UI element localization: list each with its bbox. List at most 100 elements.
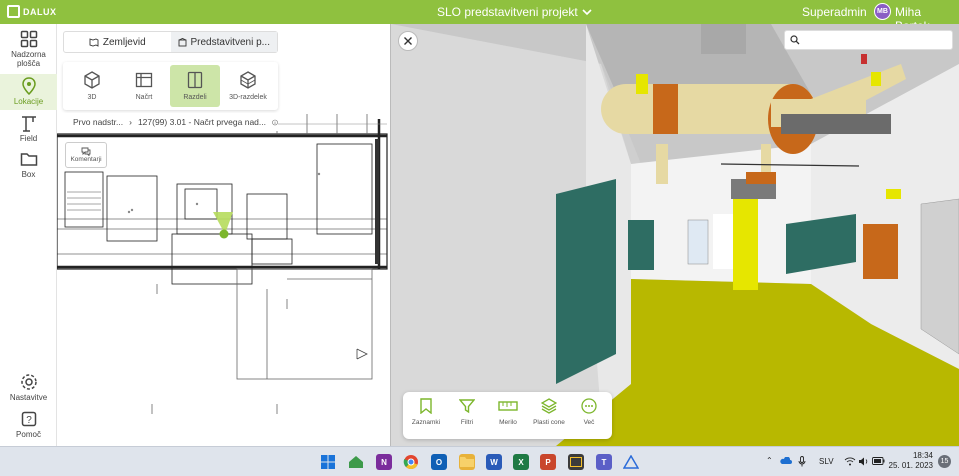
layers-icon xyxy=(541,398,557,414)
current-location-marker[interactable] xyxy=(219,229,229,239)
outlook-icon[interactable]: O xyxy=(431,454,447,470)
clock-time: 18:34 xyxy=(912,451,933,460)
section-cube-icon xyxy=(240,71,256,89)
info-icon[interactable] xyxy=(272,118,278,127)
tab-map[interactable]: Zemljevid xyxy=(64,32,171,52)
more-dots-icon xyxy=(581,398,597,414)
search-input[interactable] xyxy=(784,30,953,50)
split-view-icon xyxy=(187,71,203,89)
dalux-app-icon[interactable] xyxy=(623,454,639,470)
sidebar-item-dashboard[interactable]: Nadzorna plošča xyxy=(0,30,57,70)
tab-label: Zemljevid xyxy=(102,36,146,48)
tool-label: Merilo xyxy=(499,419,517,426)
breadcrumb-drawing[interactable]: 127(99) 3.01 - Načrt prvega nad... xyxy=(138,117,266,127)
comments-button[interactable]: Komentarji xyxy=(65,142,107,168)
close-icon xyxy=(404,37,412,45)
microphone-icon[interactable] xyxy=(798,456,806,467)
media-player-icon[interactable] xyxy=(568,454,584,470)
chevron-down-icon xyxy=(582,9,592,16)
project-selector[interactable]: SLO predstavitveni projekt xyxy=(437,5,592,19)
view-3d-button[interactable]: 3D xyxy=(67,65,117,107)
tool-label: Več xyxy=(583,419,595,426)
sidebar: Nadzorna plošča Lokacije Field Box Nasta… xyxy=(0,24,57,446)
avatar[interactable]: MB xyxy=(874,3,891,20)
home-app-icon[interactable] xyxy=(348,454,364,470)
view-3d-section-button[interactable]: 3D-razdelek xyxy=(223,65,273,107)
sidebar-item-label: Lokacije xyxy=(13,97,44,106)
comments-label: Komentarji xyxy=(70,156,102,163)
gear-icon xyxy=(20,373,38,391)
tab-project[interactable]: Predstavitveni p... xyxy=(170,32,277,52)
sidebar-item-label: Pomoč xyxy=(16,430,41,439)
sidebar-item-label: Box xyxy=(21,170,36,179)
view-label: Načrt xyxy=(135,94,153,101)
breadcrumb-level[interactable]: Prvo nadstr... xyxy=(73,117,123,127)
cube-icon xyxy=(84,71,100,89)
view-mode-switcher: 3D Načrt Razdeli 3D-razdelek xyxy=(63,62,278,110)
breadcrumb-chevron-icon: › xyxy=(129,117,132,127)
viewport-toolbar: Zaznamki Filtri Merilo Plasti cone Več xyxy=(403,392,612,439)
windows-taskbar: N O W X P T ⌃ SLV xyxy=(0,446,959,476)
bookmarks-button[interactable]: Zaznamki xyxy=(406,398,446,426)
powerpoint-icon[interactable]: P xyxy=(540,454,556,470)
clock-date: 25. 01. 2023 xyxy=(888,461,933,470)
tray-chevron-up-icon[interactable]: ⌃ xyxy=(766,456,773,465)
tool-label: Filtri xyxy=(460,419,474,426)
plan-icon xyxy=(135,72,153,88)
chrome-icon[interactable] xyxy=(403,454,419,470)
dalux-logo[interactable]: DALUX xyxy=(7,5,57,18)
tab-label: Predstavitveni p... xyxy=(190,36,270,48)
wifi-icon[interactable] xyxy=(844,457,856,466)
sidebar-item-label: Nadzorna plošča xyxy=(11,50,46,68)
role-label[interactable]: Superadmin xyxy=(802,5,867,19)
measure-button[interactable]: Merilo xyxy=(488,398,528,426)
filters-button[interactable]: Filtri xyxy=(447,398,487,426)
onenote-icon[interactable]: N xyxy=(376,454,392,470)
notification-badge[interactable]: 15 xyxy=(938,455,951,468)
bookmark-icon xyxy=(420,398,432,414)
sidebar-item-settings[interactable]: Nastavitve xyxy=(0,373,57,403)
onedrive-icon[interactable] xyxy=(780,457,792,465)
logo-text: DALUX xyxy=(23,6,57,17)
help-icon: ? xyxy=(20,410,38,428)
more-button[interactable]: Več xyxy=(569,398,609,426)
sidebar-item-label: Field xyxy=(19,134,38,143)
view-label: Razdeli xyxy=(183,94,207,101)
dashboard-grid-icon xyxy=(20,30,38,48)
app-header: DALUX SLO predstavitveni projekt Superad… xyxy=(0,0,959,33)
filter-icon xyxy=(459,399,475,414)
sidebar-item-field[interactable]: Field xyxy=(0,114,57,144)
tool-label: Zaznamki xyxy=(411,419,441,426)
sidebar-item-label: Nastavitve xyxy=(9,393,48,402)
zone-layers-button[interactable]: Plasti cone xyxy=(529,398,569,426)
map-icon xyxy=(89,37,99,47)
comment-icon xyxy=(81,147,91,156)
volume-icon[interactable] xyxy=(858,457,869,466)
breadcrumb[interactable]: Prvo nadstr... › 127(99) 3.01 - Načrt pr… xyxy=(63,113,278,131)
windows-start-icon[interactable] xyxy=(320,454,336,470)
sidebar-item-help[interactable]: ? Pomoč xyxy=(0,410,57,440)
file-explorer-icon[interactable] xyxy=(459,454,475,470)
system-clock[interactable]: 18:34 25. 01. 2023 xyxy=(889,451,933,471)
plan-tabs: Zemljevid Predstavitveni p... xyxy=(63,31,278,53)
project-title: SLO predstavitveni projekt xyxy=(437,5,578,19)
view-plan-button[interactable]: Načrt xyxy=(119,65,169,107)
folder-icon xyxy=(20,150,38,168)
sidebar-item-locations[interactable]: Lokacije xyxy=(0,74,57,110)
sidebar-item-box[interactable]: Box xyxy=(0,150,57,180)
3d-viewport[interactable] xyxy=(391,24,959,446)
building-icon xyxy=(178,37,186,46)
close-viewport-button[interactable] xyxy=(398,31,418,51)
excel-icon[interactable]: X xyxy=(513,454,529,470)
dalux-logo-icon xyxy=(7,5,20,18)
language-indicator[interactable]: SLV xyxy=(819,457,834,466)
teams-icon[interactable]: T xyxy=(596,454,612,470)
view-split-button[interactable]: Razdeli xyxy=(170,65,220,107)
view-label: 3D-razdelek xyxy=(229,94,267,101)
word-icon[interactable]: W xyxy=(486,454,502,470)
search-icon xyxy=(790,35,800,45)
crane-icon xyxy=(20,114,38,132)
3d-scene-render[interactable] xyxy=(391,24,959,446)
svg-text:?: ? xyxy=(26,415,32,426)
location-pin-icon xyxy=(20,77,38,95)
